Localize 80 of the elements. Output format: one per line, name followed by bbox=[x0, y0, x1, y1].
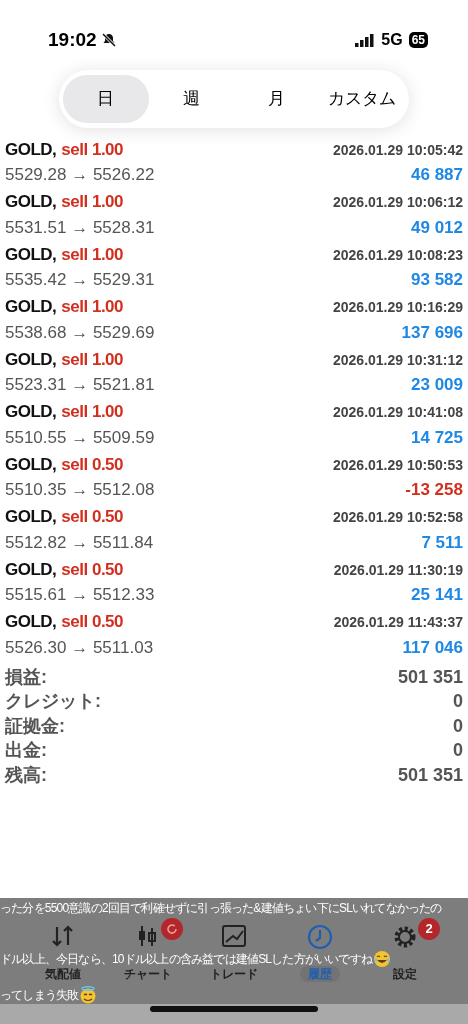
summary-label: 残高: bbox=[5, 763, 47, 787]
deal-side: sell 1.00 bbox=[61, 348, 123, 371]
deal-symbol: GOLD, bbox=[5, 348, 57, 371]
deal-prices: 5538.68 → 5529.69 bbox=[5, 321, 155, 344]
deal-time: 2026.01.29 10:05:42 bbox=[333, 140, 463, 160]
summary-value: 0 bbox=[453, 739, 463, 763]
summary-label: 証拠金: bbox=[5, 714, 65, 738]
deal-side: sell 1.00 bbox=[61, 191, 123, 214]
deal-symbol: GOLD, bbox=[5, 296, 57, 319]
deal-symbol: GOLD, bbox=[5, 611, 57, 634]
summary-value: 0 bbox=[453, 690, 463, 714]
muted-bell-icon bbox=[100, 32, 117, 48]
deal-profit: 23 009 bbox=[411, 374, 463, 397]
deal-profit: 25 141 bbox=[411, 584, 463, 607]
deal-profit: 93 582 bbox=[411, 269, 463, 292]
deal-profit: 49 012 bbox=[411, 216, 463, 239]
deal-symbol: GOLD, bbox=[5, 506, 57, 529]
deal-prices: 5526.30 → 5511.03 bbox=[5, 636, 154, 659]
nav-tab[interactable]: トレード bbox=[202, 966, 266, 982]
deal-profit: 14 725 bbox=[411, 426, 463, 449]
deal-profit: 137 696 bbox=[401, 321, 463, 344]
deal-symbol: GOLD, bbox=[5, 191, 57, 214]
deal-symbol: GOLD, bbox=[5, 243, 57, 266]
summary-label: 出金: bbox=[5, 739, 47, 763]
deal-side: sell 0.50 bbox=[61, 453, 123, 476]
notification-badge: 2 bbox=[418, 918, 441, 940]
deal-symbol: GOLD, bbox=[5, 138, 57, 161]
deal-prices: 5523.31 → 5521.81 bbox=[5, 374, 155, 397]
summary-label: 損益: bbox=[5, 665, 47, 689]
nav-tab[interactable]: 設定 bbox=[385, 966, 426, 982]
status-time: 19:02 bbox=[48, 27, 97, 52]
nav-tab[interactable]: 気配値 bbox=[36, 966, 89, 982]
deal-profit: 7 511 bbox=[421, 531, 463, 554]
deal-time: 2026.01.29 10:41:08 bbox=[333, 403, 463, 423]
deal-side: sell 1.00 bbox=[61, 401, 123, 424]
battery-level: 65 bbox=[408, 32, 428, 48]
period-tab[interactable]: 月 bbox=[234, 75, 320, 123]
deal-time: 2026.01.29 10:08:23 bbox=[333, 245, 463, 265]
deal-side: sell 0.50 bbox=[61, 506, 123, 529]
deal-symbol: GOLD, bbox=[5, 558, 57, 581]
signal-icon bbox=[355, 33, 376, 47]
period-tab[interactable]: 週 bbox=[148, 75, 234, 123]
network-label: 5G bbox=[381, 30, 403, 50]
deal-symbol: GOLD, bbox=[5, 401, 57, 424]
deal-prices: 5529.28 → 5526.22 bbox=[5, 164, 155, 187]
deal-prices: 5535.42 → 5529.31 bbox=[5, 269, 155, 292]
deal-prices: 5510.55 → 5509.59 bbox=[5, 426, 155, 449]
deal-side: sell 1.00 bbox=[61, 243, 123, 266]
caption-text: った分を5500意識の2回目で利確せずに引っ張った&建値ちょい下にSLいれてなかったの bbox=[0, 900, 442, 916]
deal-prices: 5510.35 → 5512.08 bbox=[5, 479, 155, 502]
deal-side: sell 1.00 bbox=[61, 138, 123, 161]
period-tab[interactable]: カスタム bbox=[319, 75, 405, 123]
laughing-face-icon bbox=[373, 950, 392, 968]
deal-prices: 5515.61 → 5512.33 bbox=[5, 584, 155, 607]
deal-side: sell 0.50 bbox=[61, 611, 123, 634]
summary-value: 501 351 bbox=[397, 665, 463, 689]
line-chart-icon[interactable] bbox=[221, 924, 247, 948]
deal-symbol: GOLD, bbox=[5, 453, 57, 476]
deal-time: 2026.01.29 10:16:29 bbox=[333, 298, 463, 318]
deal-profit: 46 887 bbox=[411, 164, 463, 187]
summary-label: クレジット: bbox=[5, 690, 101, 714]
nav-tab[interactable]: チャート bbox=[116, 966, 181, 982]
deal-profit: 117 046 bbox=[402, 636, 463, 659]
period-tab[interactable]: 日 bbox=[63, 75, 149, 123]
deal-time: 2026.01.29 10:06:12 bbox=[333, 193, 463, 213]
deal-side: sell 1.00 bbox=[61, 296, 123, 319]
deal-side: sell 0.50 bbox=[61, 558, 123, 581]
deal-time: 2026.01.29 10:31:12 bbox=[333, 350, 463, 370]
deal-time: 2026.01.29 11:30:19 bbox=[333, 560, 463, 580]
deal-time: 2026.01.29 10:50:53 bbox=[333, 455, 463, 475]
caption-text: ドル以上、今日なら、10ドル以上の含み益では建値SLした方がいいですね bbox=[0, 951, 373, 967]
deal-time: 2026.01.29 11:43:37 bbox=[333, 613, 463, 633]
deal-profit: -13 258 bbox=[405, 479, 463, 502]
summary-value: 501 351 bbox=[397, 763, 463, 787]
summary-value: 0 bbox=[453, 714, 463, 738]
deal-prices: 5531.51 → 5528.31 bbox=[5, 216, 155, 239]
deal-time: 2026.01.29 10:52:58 bbox=[333, 508, 463, 528]
caption-text: ってしまう失敗 bbox=[0, 987, 79, 1003]
halo-face-icon bbox=[79, 986, 98, 1004]
deal-prices: 5512.82 → 5511.84 bbox=[5, 531, 154, 554]
